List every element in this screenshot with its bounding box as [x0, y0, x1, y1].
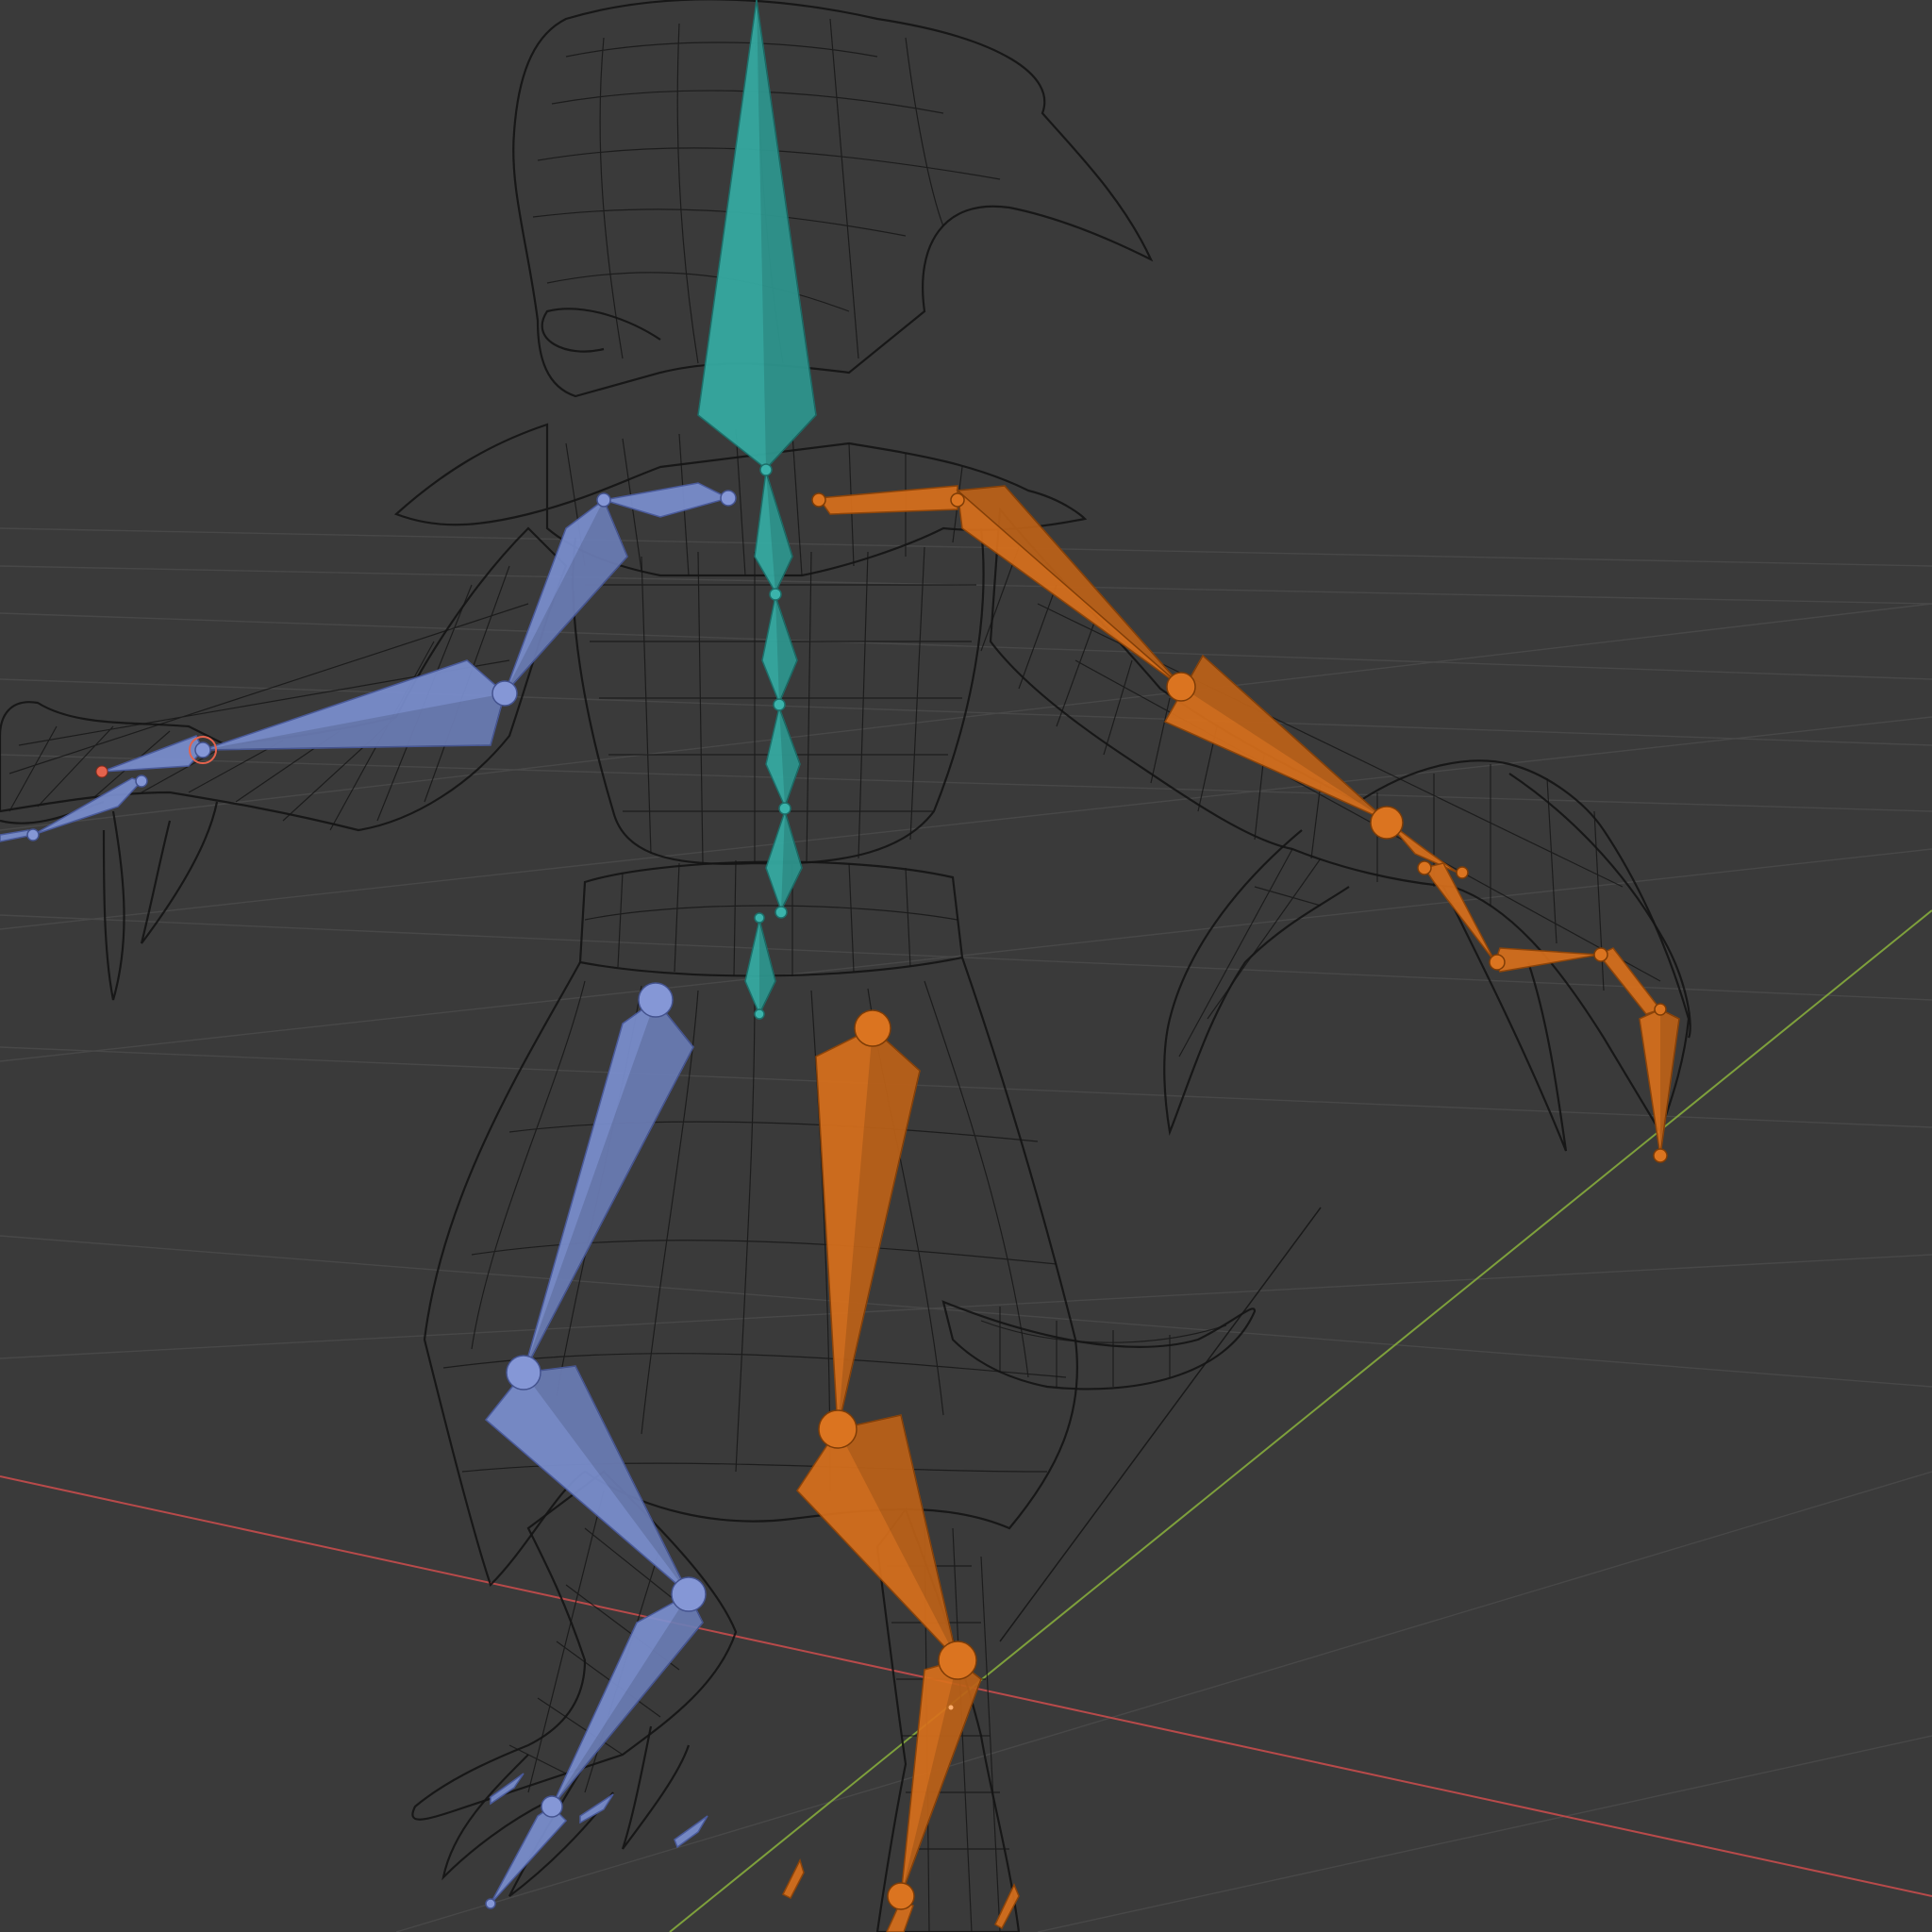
bone-hand-right[interactable]: [1386, 820, 1496, 963]
bone-finger-right-1[interactable]: [1494, 947, 1600, 973]
bone-foot-right[interactable]: [900, 1659, 982, 1897]
bone-thigh-right[interactable]: [815, 1027, 921, 1430]
bone-hand-left[interactable]: [101, 735, 204, 773]
bone-spine-upper[interactable]: [761, 593, 798, 705]
world-axes: [0, 909, 1932, 1932]
armature[interactable]: [0, 0, 1680, 1932]
toe-bones-left[interactable]: [490, 1773, 708, 1849]
bone-neck[interactable]: [754, 471, 793, 594]
creature-wireframe-mesh[interactable]: [0, 0, 1691, 1932]
bone-clavicle-right[interactable]: [817, 485, 958, 515]
bone-foot-left[interactable]: [551, 1592, 704, 1807]
bone-head[interactable]: [697, 0, 817, 471]
viewport-canvas[interactable]: [0, 0, 1932, 1932]
bone-clavicle-left[interactable]: [603, 482, 731, 518]
bone-pelvis[interactable]: [744, 919, 776, 1016]
z-axis-line: [999, 1207, 1322, 1642]
bone-finger-right-3[interactable]: [1639, 1008, 1680, 1157]
bone-spine-mid[interactable]: [765, 705, 801, 809]
bone-finger-left[interactable]: [0, 777, 143, 842]
bone-finger-right-2[interactable]: [1597, 947, 1662, 1015]
bone-upper-arm-left[interactable]: [504, 498, 628, 694]
bone-shin-right[interactable]: [796, 1414, 959, 1663]
bone-thigh-left[interactable]: [523, 998, 694, 1374]
bone-toe-left[interactable]: [490, 1806, 568, 1905]
bone-spine-lower[interactable]: [765, 808, 803, 912]
3d-viewport[interactable]: [0, 0, 1932, 1932]
bone-upper-arm-right[interactable]: [956, 485, 1185, 690]
bone-shin-left[interactable]: [484, 1365, 690, 1595]
